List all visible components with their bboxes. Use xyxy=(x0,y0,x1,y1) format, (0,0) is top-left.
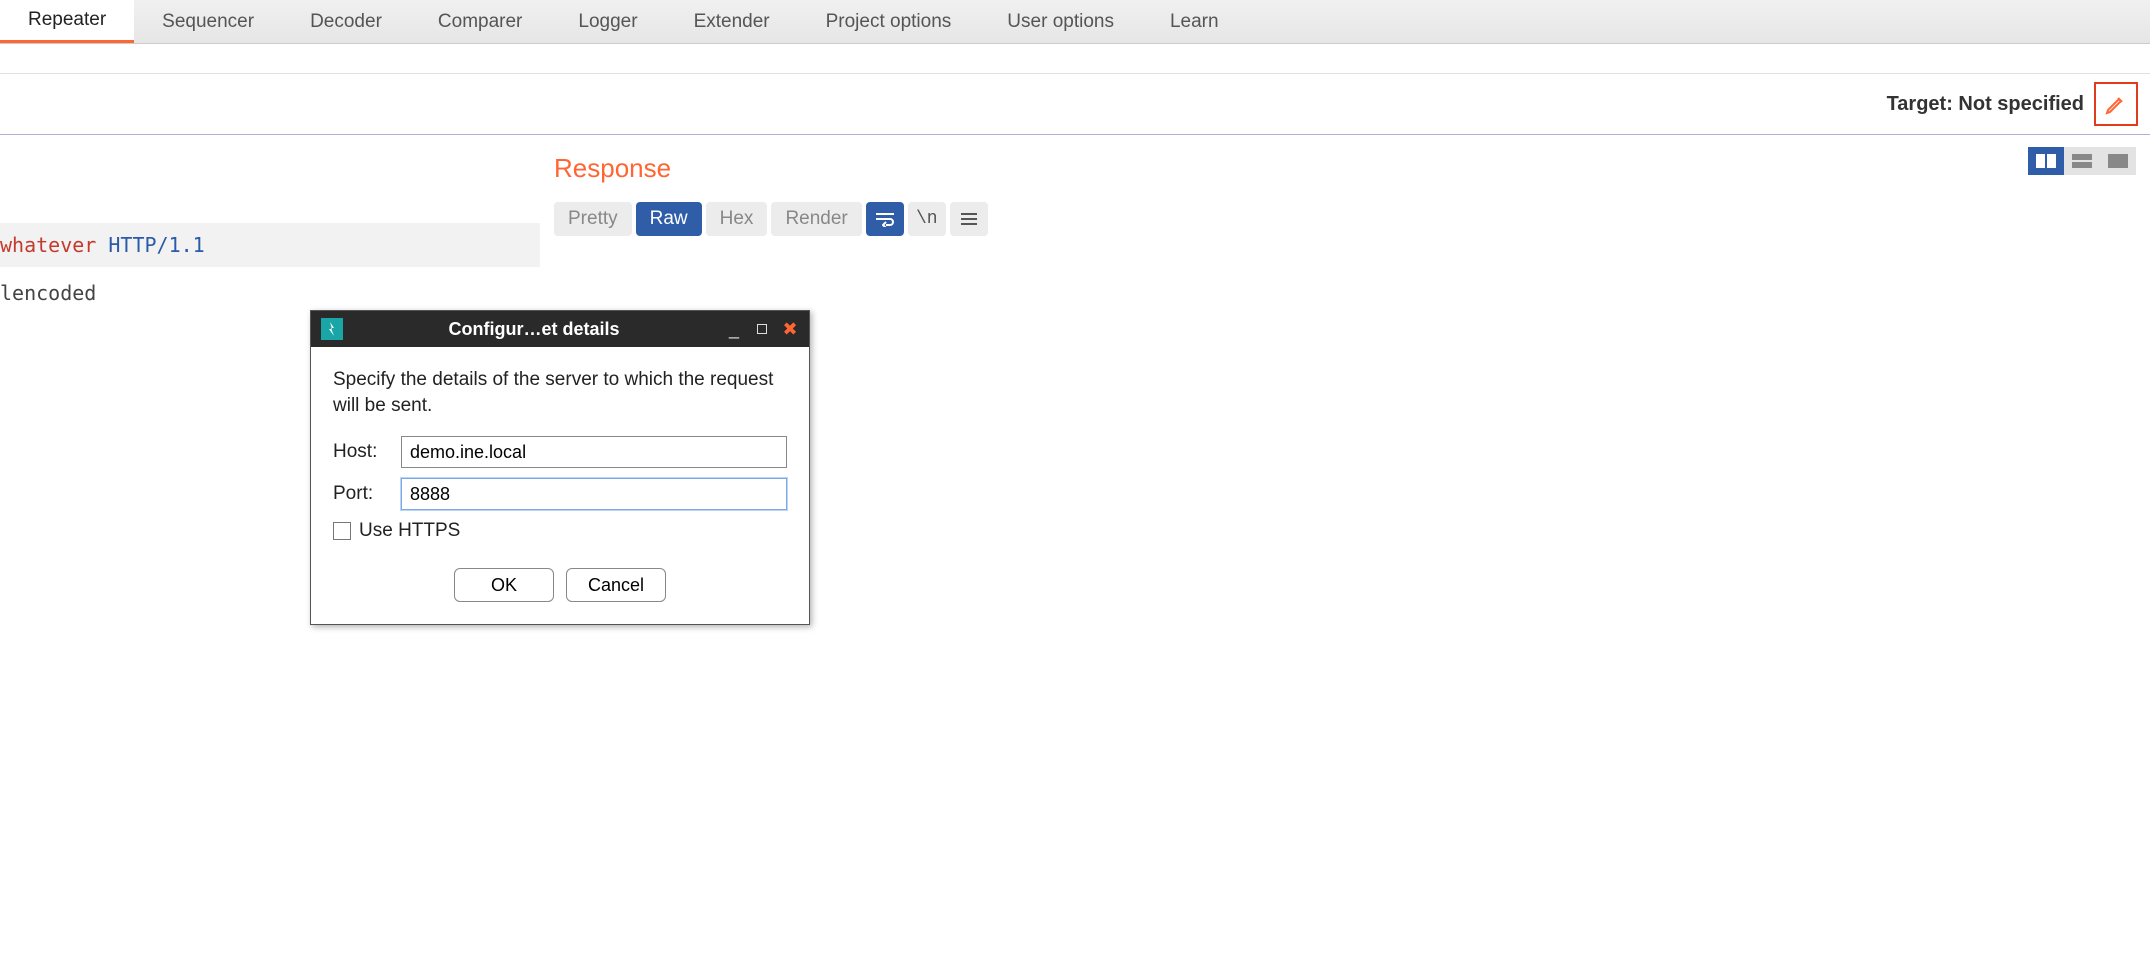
edit-target-button[interactable] xyxy=(2094,82,2138,126)
window-minimize-button[interactable]: _ xyxy=(725,320,743,338)
columns-icon xyxy=(2036,154,2056,168)
use-https-label: Use HTTPS xyxy=(359,520,460,542)
layout-toggle-group xyxy=(2028,147,2136,175)
target-config-dialog: Configur…et details _ ✖ Specify the deta… xyxy=(310,310,810,625)
hamburger-icon xyxy=(960,212,978,226)
response-tab-pretty[interactable]: Pretty xyxy=(554,202,632,236)
pencil-icon xyxy=(2104,92,2128,116)
window-maximize-button[interactable] xyxy=(753,320,771,338)
newline-icon: \n xyxy=(916,209,938,229)
burp-icon xyxy=(326,322,338,336)
hamburger-button[interactable] xyxy=(950,202,988,236)
layout-tabs-button[interactable] xyxy=(2100,147,2136,175)
request-line-2: lencoded xyxy=(0,267,540,311)
request-http-version: HTTP/1.1 xyxy=(96,233,204,257)
newline-toggle-button[interactable]: \n xyxy=(908,202,946,236)
layout-columns-button[interactable] xyxy=(2028,147,2064,175)
ok-button[interactable]: OK xyxy=(454,568,554,602)
host-input[interactable] xyxy=(401,436,787,468)
use-https-checkbox[interactable] xyxy=(333,522,351,540)
response-heading: Response xyxy=(554,153,2138,184)
tab-sequencer[interactable]: Sequencer xyxy=(134,0,282,43)
port-input[interactable] xyxy=(401,478,787,510)
wrap-icon xyxy=(874,211,896,227)
request-line-1: whatever HTTP/1.1 xyxy=(0,223,540,267)
sub-tab-row xyxy=(0,44,2150,74)
window-close-button[interactable]: ✖ xyxy=(781,320,799,338)
dialog-instructions: Specify the details of the server to whi… xyxy=(333,367,787,418)
dialog-title: Configur…et details xyxy=(353,319,715,340)
maximize-icon xyxy=(757,324,767,334)
rows-icon xyxy=(2072,154,2092,168)
tab-user-options[interactable]: User options xyxy=(979,0,1142,43)
minimize-icon: _ xyxy=(729,319,739,340)
request-path-fragment: whatever xyxy=(0,233,96,257)
target-label: Target: Not specified xyxy=(1887,93,2084,116)
response-tab-render[interactable]: Render xyxy=(771,202,861,236)
tab-extender[interactable]: Extender xyxy=(666,0,798,43)
tab-project-options[interactable]: Project options xyxy=(798,0,980,43)
port-label: Port: xyxy=(333,483,389,505)
cancel-button[interactable]: Cancel xyxy=(566,568,666,602)
dialog-titlebar[interactable]: Configur…et details _ ✖ xyxy=(311,311,809,347)
response-tab-hex[interactable]: Hex xyxy=(706,202,768,236)
tab-comparer[interactable]: Comparer xyxy=(410,0,550,43)
target-row: Target: Not specified xyxy=(0,74,2150,135)
layout-rows-button[interactable] xyxy=(2064,147,2100,175)
tab-decoder[interactable]: Decoder xyxy=(282,0,410,43)
response-tab-raw[interactable]: Raw xyxy=(636,202,702,236)
single-icon xyxy=(2108,154,2128,168)
app-icon xyxy=(321,318,343,340)
close-icon: ✖ xyxy=(782,319,797,340)
host-label: Host: xyxy=(333,441,389,463)
wrap-toggle-button[interactable] xyxy=(866,202,904,236)
tab-logger[interactable]: Logger xyxy=(550,0,665,43)
tab-repeater[interactable]: Repeater xyxy=(0,0,134,43)
main-tabbar: Repeater Sequencer Decoder Comparer Logg… xyxy=(0,0,2150,44)
tab-learn[interactable]: Learn xyxy=(1142,0,1247,43)
response-view-tabs: Pretty Raw Hex Render \n xyxy=(554,202,2138,236)
